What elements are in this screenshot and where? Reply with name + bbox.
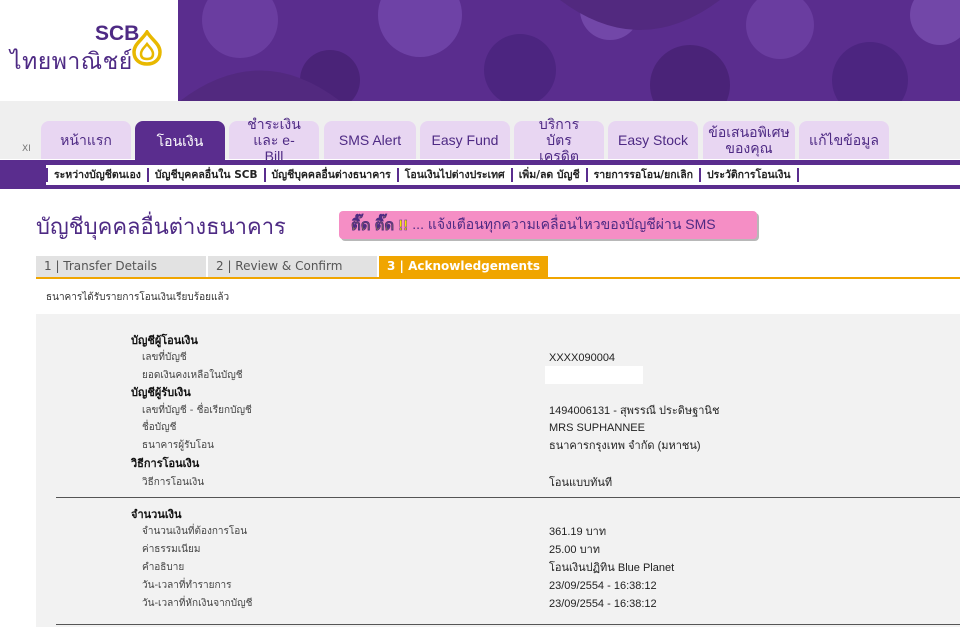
section-divider — [56, 497, 960, 498]
balance-value-box — [545, 366, 643, 384]
subnav-own-accounts[interactable]: ระหว่างบัญชีตนเอง — [46, 168, 149, 182]
transaction-date-value: 23/09/2554 - 16:38:12 — [549, 580, 657, 592]
balance-label: ยอดเงินคงเหลือในบัญชี — [142, 370, 243, 381]
tab-payment-ebill[interactable]: ชำระเงิน และ e-Bill — [229, 116, 319, 164]
from-account-heading: บัญชีผู้โอนเงิน — [131, 334, 198, 347]
logo-box[interactable]: SCB ไทยพาณิชย์ — [0, 0, 178, 101]
transfer-details-panel: บัญชีผู้โอนเงิน เลขที่บัญชี XXXX090004 ย… — [36, 314, 960, 627]
tab-easy-fund[interactable]: Easy Fund — [420, 121, 510, 159]
header-banner: SCB ไทยพาณิชย์ — [0, 0, 960, 101]
brand-thai-name: ไทยพาณิชย์ — [10, 48, 133, 74]
tab-home[interactable]: หน้าแรก — [41, 121, 131, 159]
transfer-method-label: วิธีการโอนเงิน — [142, 477, 205, 488]
debit-date-label: วัน-เวลาที่หักเงินจากบัญชี — [142, 598, 253, 609]
transfer-subnav: ระหว่างบัญชีตนเอง บัญชีบุคคลอื่นใน SCB บ… — [0, 160, 960, 189]
promo-text: ... แจ้งเตือนทุกความเคลื่อนไหวของบัญชีผ่… — [412, 216, 716, 232]
promo-highlight: ติ๊ด ติ๊ด !! — [351, 217, 409, 234]
description-label: คำอธิบาย — [142, 562, 185, 573]
step-review-confirm: 2 | Review & Confirm — [208, 256, 378, 277]
subnav-overseas[interactable]: โอนเงินไปต่างประเทศ — [399, 168, 513, 182]
from-account-value: XXXX090004 — [549, 352, 616, 364]
subnav-add-remove-account[interactable]: เพิ่ม/ลด บัญชี — [513, 168, 588, 182]
tab-edit-profile[interactable]: แก้ไขข้อมูล — [799, 121, 889, 159]
to-account-value: 1494006131 - สุพรรณี ประดิษฐานิช — [549, 405, 720, 417]
sms-promo-banner[interactable]: ติ๊ด ติ๊ด !! ... แจ้งเตือนทุกความเคลื่อน… — [339, 211, 757, 239]
account-name-value: MRS SUPHANNEE — [549, 422, 645, 434]
debit-date-value: 23/09/2554 - 16:38:12 — [549, 598, 657, 610]
receiving-bank-label: ธนาคารผู้รับโอน — [142, 440, 215, 451]
account-name-label: ชื่อบัญชี — [142, 422, 177, 433]
success-notice: ธนาคารได้รับรายการโอนเงินเรียบร้อยแล้ว — [46, 292, 230, 303]
transaction-date-label: วัน-เวลาที่ทำรายการ — [142, 580, 232, 591]
receiving-bank-value: ธนาคารกรุงเทพ จำกัด (มหาชน) — [549, 440, 701, 452]
subnav-transfer-history[interactable]: ประวัติการโอนเงิน — [701, 168, 799, 182]
subnav-pending-cancel[interactable]: รายการรอโอน/ยกเลิก — [588, 168, 702, 182]
description-value: โอนเงินปฏิทิน Blue Planet — [549, 562, 675, 574]
fee-label: ค่าธรรมเนียม — [142, 544, 201, 555]
step-acknowledgements: 3 | Acknowledgements — [379, 256, 549, 277]
transfer-method-value: โอนแบบทันที — [549, 477, 613, 489]
amount-heading: จำนวนเงิน — [131, 508, 182, 521]
fee-value: 25.00 บาท — [549, 544, 600, 556]
tab-special-offers[interactable]: ข้อเสนอพิเศษ ของคุณ — [703, 121, 795, 159]
page-title: บัญชีบุคคลอื่นต่างธนาคาร — [36, 214, 286, 239]
scb-emblem-icon — [132, 30, 162, 66]
bottom-divider — [56, 624, 960, 625]
subnav-other-bank[interactable]: บัญชีบุคคลอื่นต่างธนาคาร — [266, 168, 399, 182]
tab-easy-stock[interactable]: Easy Stock — [608, 121, 698, 159]
tab-transfer[interactable]: โอนเงิน — [135, 121, 225, 161]
amount-value: 361.19 บาท — [549, 526, 607, 538]
subnav-other-scb[interactable]: บัญชีบุคคลอื่นใน SCB — [149, 168, 266, 182]
from-account-label: เลขที่บัญชี — [142, 352, 187, 363]
progress-steps: 1 | Transfer Details 2 | Review & Confir… — [36, 256, 960, 279]
tab-marker: XI — [22, 144, 31, 154]
tab-sms-alert[interactable]: SMS Alert — [324, 121, 416, 159]
tab-credit-card[interactable]: บริการ บัตรเครดิต — [514, 116, 604, 164]
to-account-heading: บัญชีผู้รับเงิน — [131, 386, 191, 399]
transfer-method-heading: วิธีการโอนเงิน — [131, 457, 200, 470]
main-tabs: XI หน้าแรก โอนเงิน ชำระเงิน และ e-Bill S… — [0, 101, 960, 164]
to-account-label: เลขที่บัญชี - ชื่อเรียกบัญชี — [142, 405, 252, 416]
step-transfer-details: 1 | Transfer Details — [36, 256, 207, 277]
amount-label: จำนวนเงินที่ต้องการโอน — [142, 526, 248, 537]
